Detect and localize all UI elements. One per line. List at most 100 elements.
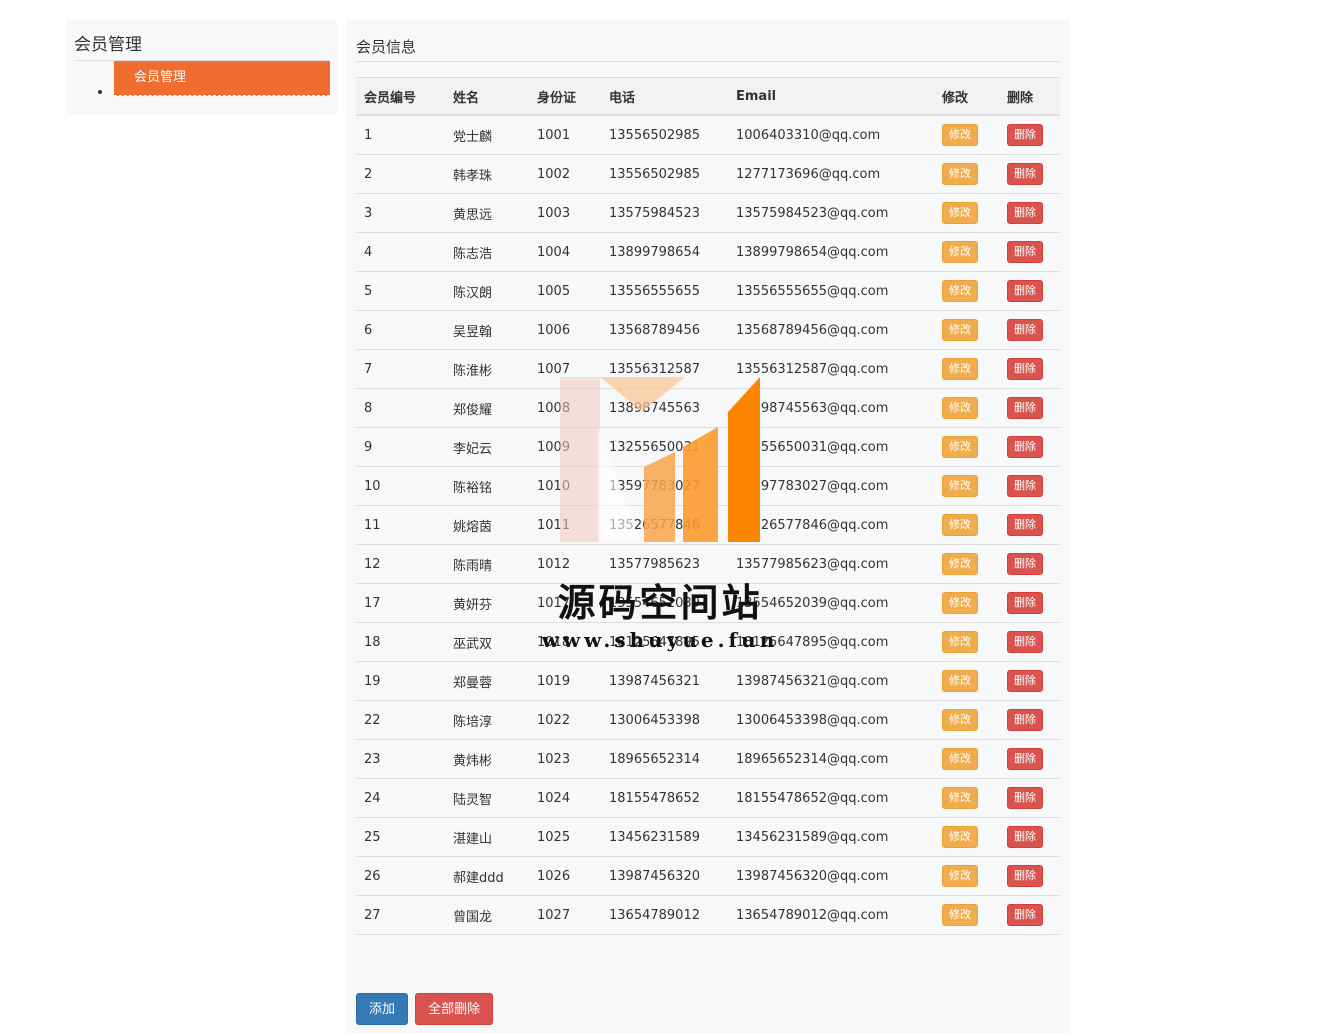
delete-all-button[interactable]: 全部删除 <box>415 993 494 1025</box>
table-row: 4 陈志浩 1004 13899798654 13899798654@qq.com 修改 删… <box>356 232 1060 272</box>
delete-cell: 删除 <box>999 739 1060 779</box>
email-cell: 13575984523@qq.com <box>728 193 934 233</box>
phone-cell: 18965652314 <box>601 739 728 779</box>
email-cell: 13006453398@qq.com <box>728 700 934 740</box>
edit-button[interactable]: 修改 <box>942 904 978 926</box>
email-cell: 13556312587@qq.com <box>728 349 934 389</box>
edit-button[interactable]: 修改 <box>942 514 978 536</box>
phone-cell: 13554652039 <box>601 583 728 623</box>
phone-cell: 18125647895 <box>601 622 728 662</box>
delete-button[interactable]: 删除 <box>1007 748 1043 770</box>
column-header-id-card: 身份证 <box>529 77 601 116</box>
delete-button[interactable]: 删除 <box>1007 475 1043 497</box>
phone-cell: 13577985623 <box>601 544 728 584</box>
delete-button[interactable]: 删除 <box>1007 514 1043 536</box>
delete-cell: 删除 <box>999 271 1060 311</box>
delete-cell: 删除 <box>999 817 1060 857</box>
edit-button[interactable]: 修改 <box>942 826 978 848</box>
table-row: 9 李妃云 1009 13255650031 13255650031@qq.com 修改 删… <box>356 427 1060 467</box>
member-id-cell: 4 <box>356 232 445 272</box>
edit-cell: 修改 <box>934 349 999 389</box>
edit-button[interactable]: 修改 <box>942 280 978 302</box>
edit-button[interactable]: 修改 <box>942 202 978 224</box>
email-cell: 13554652039@qq.com <box>728 583 934 623</box>
edit-button[interactable]: 修改 <box>942 592 978 614</box>
member-id-cell: 22 <box>356 700 445 740</box>
email-cell: 13654789012@qq.com <box>728 895 934 935</box>
column-header-edit: 修改 <box>934 77 999 116</box>
delete-button[interactable]: 删除 <box>1007 280 1043 302</box>
table-row: 22 陈培淳 1022 13006453398 13006453398@qq.com 修改… <box>356 700 1060 740</box>
delete-cell: 删除 <box>999 388 1060 428</box>
delete-button[interactable]: 删除 <box>1007 202 1043 224</box>
id-card-cell: 1026 <box>529 856 601 896</box>
table-row: 11 姚熔茵 1011 13526577846 13526577846@qq.com 修改… <box>356 505 1060 545</box>
edit-button[interactable]: 修改 <box>942 709 978 731</box>
email-cell: 18965652314@qq.com <box>728 739 934 779</box>
edit-button[interactable]: 修改 <box>942 319 978 341</box>
delete-button[interactable]: 删除 <box>1007 631 1043 653</box>
delete-button[interactable]: 删除 <box>1007 397 1043 419</box>
name-cell: 郑曼蓉 <box>445 661 529 701</box>
delete-button[interactable]: 删除 <box>1007 319 1043 341</box>
name-cell: 姚熔茵 <box>445 505 529 545</box>
edit-button[interactable]: 修改 <box>942 865 978 887</box>
edit-button[interactable]: 修改 <box>942 670 978 692</box>
edit-cell: 修改 <box>934 778 999 818</box>
table-row: 7 陈淮彬 1007 13556312587 13556312587@qq.com 修改 删… <box>356 349 1060 389</box>
id-card-cell: 1024 <box>529 778 601 818</box>
email-cell: 1277173696@qq.com <box>728 154 934 194</box>
delete-button[interactable]: 删除 <box>1007 358 1043 380</box>
email-cell: 18155478652@qq.com <box>728 778 934 818</box>
id-card-cell: 1023 <box>529 739 601 779</box>
edit-cell: 修改 <box>934 427 999 467</box>
id-card-cell: 1004 <box>529 232 601 272</box>
delete-button[interactable]: 删除 <box>1007 124 1043 146</box>
delete-button[interactable]: 删除 <box>1007 787 1043 809</box>
delete-button[interactable]: 删除 <box>1007 163 1043 185</box>
edit-button[interactable]: 修改 <box>942 553 978 575</box>
id-card-cell: 1002 <box>529 154 601 194</box>
action-bar: 添加 全部删除 <box>356 993 495 1025</box>
phone-cell: 13987456321 <box>601 661 728 701</box>
edit-button[interactable]: 修改 <box>942 124 978 146</box>
id-card-cell: 1022 <box>529 700 601 740</box>
delete-button[interactable]: 删除 <box>1007 865 1043 887</box>
add-button[interactable]: 添加 <box>356 993 409 1025</box>
delete-button[interactable]: 删除 <box>1007 436 1043 458</box>
phone-cell: 18155478652 <box>601 778 728 818</box>
edit-button[interactable]: 修改 <box>942 397 978 419</box>
delete-button[interactable]: 删除 <box>1007 670 1043 692</box>
member-id-cell: 24 <box>356 778 445 818</box>
name-cell: 陈淮彬 <box>445 349 529 389</box>
edit-button[interactable]: 修改 <box>942 163 978 185</box>
table-row: 19 郑曼蓉 1019 13987456321 13987456321@qq.com 修改… <box>356 661 1060 701</box>
member-id-cell: 19 <box>356 661 445 701</box>
edit-button[interactable]: 修改 <box>942 358 978 380</box>
name-cell: 郑俊耀 <box>445 388 529 428</box>
edit-button[interactable]: 修改 <box>942 748 978 770</box>
edit-button[interactable]: 修改 <box>942 436 978 458</box>
edit-button[interactable]: 修改 <box>942 787 978 809</box>
edit-button[interactable]: 修改 <box>942 241 978 263</box>
id-card-cell: 1025 <box>529 817 601 857</box>
delete-button[interactable]: 删除 <box>1007 826 1043 848</box>
id-card-cell: 1007 <box>529 349 601 389</box>
delete-cell: 删除 <box>999 856 1060 896</box>
member-id-cell: 1 <box>356 115 445 155</box>
delete-button[interactable]: 删除 <box>1007 553 1043 575</box>
delete-button[interactable]: 删除 <box>1007 709 1043 731</box>
delete-button[interactable]: 删除 <box>1007 241 1043 263</box>
delete-button[interactable]: 删除 <box>1007 904 1043 926</box>
id-card-cell: 1027 <box>529 895 601 935</box>
column-header-email: Email <box>728 77 934 116</box>
delete-button[interactable]: 删除 <box>1007 592 1043 614</box>
name-cell: 党士麟 <box>445 115 529 155</box>
edit-cell: 修改 <box>934 115 999 155</box>
edit-button[interactable]: 修改 <box>942 631 978 653</box>
id-card-cell: 1005 <box>529 271 601 311</box>
table-row: 2 韩孝珠 1002 13556502985 1277173696@qq.com 修改 删除 <box>356 154 1060 194</box>
sidebar-item-member-management[interactable]: 会员管理 <box>114 61 330 96</box>
email-cell: 18125647895@qq.com <box>728 622 934 662</box>
edit-button[interactable]: 修改 <box>942 475 978 497</box>
